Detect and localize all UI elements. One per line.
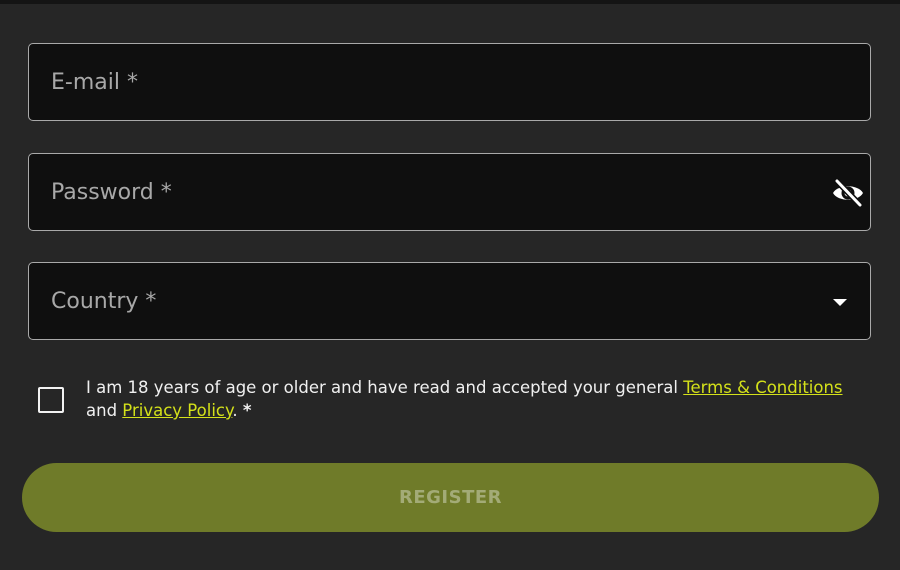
consent-text-middle: and xyxy=(86,401,123,420)
required-mark: * xyxy=(242,401,252,420)
registration-form: Country * I am 18 years of age or older … xyxy=(0,0,900,570)
email-input[interactable] xyxy=(29,44,870,120)
consent-text-before: I am 18 years of age or older and have r… xyxy=(86,378,684,397)
consent-checkbox[interactable] xyxy=(38,387,64,413)
privacy-policy-link[interactable]: Privacy Policy xyxy=(122,401,232,420)
password-field-container xyxy=(28,153,871,231)
caret-down-icon xyxy=(833,299,847,306)
country-select[interactable]: Country * xyxy=(28,262,871,340)
register-button[interactable]: REGISTER xyxy=(22,463,879,532)
terms-conditions-link[interactable]: Terms & Conditions xyxy=(683,378,842,397)
consent-text: I am 18 years of age or older and have r… xyxy=(86,376,846,422)
password-input[interactable] xyxy=(29,154,870,230)
eye-off-icon[interactable] xyxy=(832,178,864,208)
consent-text-after: . xyxy=(232,401,243,420)
email-field-container xyxy=(28,43,871,121)
country-select-value: Country * xyxy=(51,289,157,314)
